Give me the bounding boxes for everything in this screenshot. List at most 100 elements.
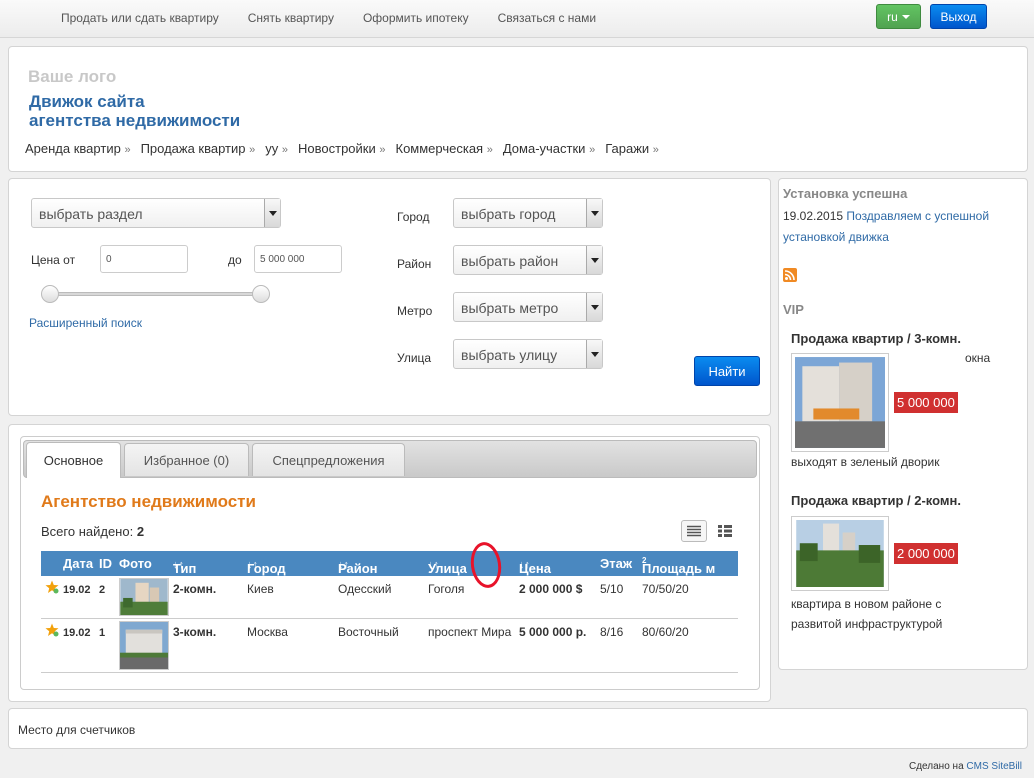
row-id: 1 <box>99 627 106 639</box>
rss-icon[interactable] <box>783 268 797 282</box>
counters-placeholder: Место для счетчиков <box>18 723 136 737</box>
row-type[interactable]: 3-комн. <box>173 625 216 639</box>
menu-item-rent-apartments[interactable]: Аренда квартир » <box>25 141 131 156</box>
row-district: Восточный <box>338 625 399 639</box>
vip-title: VIP <box>783 302 804 317</box>
star-icon[interactable] <box>45 580 59 594</box>
row-price: 5 000 000 р. <box>519 625 587 639</box>
vip-item-title[interactable]: Продажа квартир / 3-комн. <box>791 331 961 346</box>
table-row[interactable]: 19.02 1 3-комн. Москва Восточный проспек… <box>41 619 738 673</box>
news-item: 19.02.2015 Поздравляем с успешной установ… <box>783 206 1013 248</box>
vip-extra: окна <box>965 351 991 365</box>
language-button[interactable]: ru <box>876 4 921 29</box>
found-label: Всего найдено: <box>41 524 134 539</box>
language-label: ru <box>887 9 898 24</box>
price-slider-handle-max[interactable] <box>252 285 270 303</box>
dropdown-arrow-icon <box>586 246 602 274</box>
top-nav: Продать или сдать квартиру Снять квартир… <box>61 11 596 25</box>
grid-view-icon <box>718 525 732 537</box>
col-street[interactable]: Улица ↓↑ <box>428 556 467 576</box>
find-button[interactable]: Найти <box>694 356 760 386</box>
row-date: 19.02 <box>63 627 91 639</box>
section-select[interactable]: выбрать раздел <box>31 198 281 228</box>
price-from-input[interactable]: 0 <box>100 245 188 273</box>
found-count: Всего найдено: 2 <box>41 524 144 539</box>
row-type[interactable]: 2-комн. <box>173 582 216 596</box>
menu-item-sale-apartments[interactable]: Продажа квартир » <box>141 141 256 156</box>
dropdown-arrow-icon <box>586 199 602 227</box>
vip-price: 5 000 000 <box>894 392 958 413</box>
cms-link[interactable]: CMS SiteBill <box>966 761 1022 772</box>
street-label: Улица <box>397 351 432 365</box>
row-street: проспект Мира <box>428 625 512 639</box>
star-icon[interactable] <box>45 623 59 637</box>
topnav-mortgage[interactable]: Оформить ипотеку <box>363 11 469 25</box>
property-photo[interactable] <box>119 578 169 616</box>
dropdown-arrow-icon <box>586 340 602 368</box>
city-select[interactable]: выбрать город <box>453 198 603 228</box>
vip-price: 2 000 000 <box>894 543 958 564</box>
grid-view-button[interactable] <box>712 520 738 542</box>
vip-desc: выходят в зеленый дворик <box>791 455 940 469</box>
vip-photo[interactable] <box>791 353 889 452</box>
col-date[interactable]: Дата <box>63 556 93 571</box>
col-city[interactable]: Город ↓↑ <box>247 556 286 576</box>
row-date: 19.02 <box>63 584 91 596</box>
main-menu: Аренда квартир » Продажа квартир » уу » … <box>25 141 659 156</box>
street-select[interactable]: выбрать улицу <box>453 339 603 369</box>
row-area: 70/50/20 <box>642 582 689 596</box>
menu-item-commercial[interactable]: Коммерческая » <box>396 141 493 156</box>
vip-item-title[interactable]: Продажа квартир / 2-комн. <box>791 493 961 508</box>
col-photo: Фото <box>119 556 152 571</box>
row-city: Киев <box>247 582 274 596</box>
district-label: Район <box>397 257 432 271</box>
logo[interactable]: Ваше лого <box>28 67 116 87</box>
caret-down-icon <box>901 14 910 19</box>
topnav-rent[interactable]: Снять квартиру <box>248 11 334 25</box>
col-type[interactable]: Тип ↓↑ <box>173 556 196 576</box>
price-to-input[interactable]: 5 000 000 <box>254 245 342 273</box>
footer-panel <box>8 708 1028 749</box>
topnav-sell[interactable]: Продать или сдать квартиру <box>61 11 219 25</box>
results-table-header: Дата ID Фото Тип ↓↑ Город ↓↑ Район ↓↑ Ул… <box>41 551 738 576</box>
price-slider[interactable] <box>49 292 261 296</box>
menu-item-new-buildings[interactable]: Новостройки » <box>298 141 385 156</box>
metro-label: Метро <box>397 304 433 318</box>
tab-main[interactable]: Основное <box>26 442 121 478</box>
row-id: 2 <box>99 584 106 596</box>
dropdown-arrow-icon <box>264 199 280 227</box>
row-floor: 8/16 <box>600 625 624 639</box>
news-date: 19.02.2015 <box>783 209 844 223</box>
tab-special-offers[interactable]: Спецпредложения <box>252 443 405 476</box>
price-from-label: Цена от <box>31 253 76 267</box>
row-floor: 5/10 <box>600 582 624 596</box>
district-select[interactable]: выбрать район <box>453 245 603 275</box>
col-floor: Этаж <box>600 556 633 571</box>
row-price: 2 000 000 $ <box>519 582 583 596</box>
site-title-line2: агентства недвижимости <box>29 111 241 130</box>
advanced-search-link[interactable]: Расширенный поиск <box>29 316 142 330</box>
list-view-button[interactable] <box>681 520 707 542</box>
made-with: Сделано на CMS SiteBill <box>909 761 1022 772</box>
menu-item-garages[interactable]: Гаражи » <box>605 141 659 156</box>
tab-favorites[interactable]: Избранное (0) <box>124 443 249 476</box>
metro-select[interactable]: выбрать метро <box>453 292 603 322</box>
menu-item-houses[interactable]: Дома-участки » <box>503 141 595 156</box>
dropdown-arrow-icon <box>586 293 602 321</box>
table-row[interactable]: 19.02 2 2-комн. Киев Одесский Гоголя 2 0… <box>41 576 738 619</box>
vip-photo[interactable] <box>791 516 889 591</box>
logout-button[interactable]: Выход <box>930 4 987 29</box>
row-street: Гоголя <box>428 582 465 596</box>
topnav-contact[interactable]: Связаться с нами <box>498 11 596 25</box>
col-district[interactable]: Район ↓↑ <box>338 556 378 576</box>
col-id[interactable]: ID <box>99 556 112 571</box>
col-price[interactable]: Цена ↓↑ <box>519 556 551 576</box>
price-slider-handle-min[interactable] <box>41 285 59 303</box>
site-title[interactable]: Движок сайта агентства недвижимости <box>29 92 240 130</box>
city-label: Город <box>397 210 430 224</box>
menu-item-yy[interactable]: уу » <box>265 141 288 156</box>
news-title: Установка успешна <box>783 186 908 201</box>
vip-desc: квартира в новом районе с развитой инфра… <box>791 597 943 631</box>
price-to-label: до <box>228 253 242 267</box>
property-photo[interactable] <box>119 621 169 670</box>
